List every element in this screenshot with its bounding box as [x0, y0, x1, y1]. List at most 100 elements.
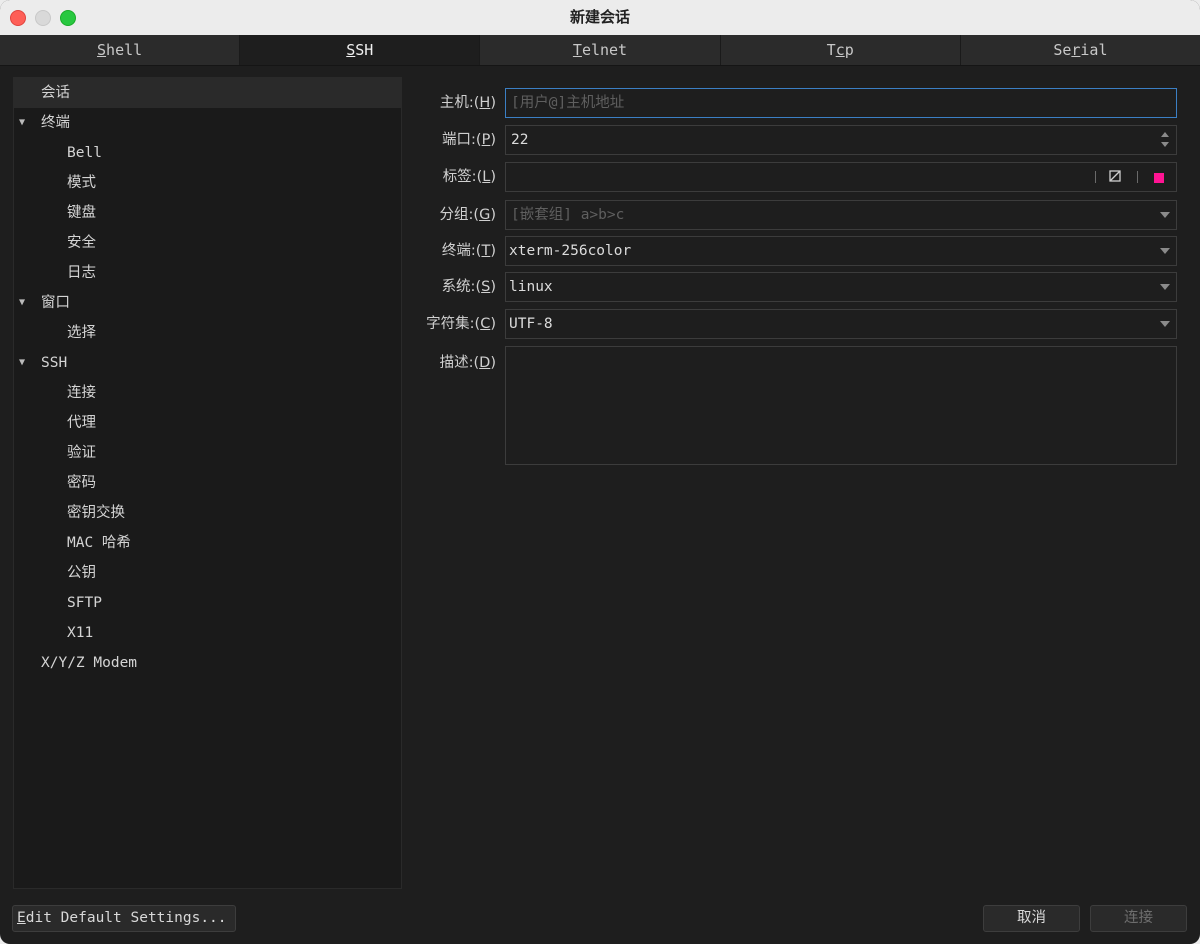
tree-item-window[interactable]: ▼ 窗口 — [14, 288, 401, 318]
tag-label: 标签:(L) — [404, 162, 496, 192]
tree-item-pubkey[interactable]: 公钥 — [14, 558, 401, 588]
tab-shell[interactable]: Shell — [0, 35, 241, 65]
new-session-window: 新建会话 Shell SSH Telnet Tcp Serial 会话 ▼ 终端 … — [0, 0, 1200, 944]
tree-item-keyboard[interactable]: 键盘 — [14, 198, 401, 228]
tree-item-kex[interactable]: 密钥交换 — [14, 498, 401, 528]
terminal-value: xterm-256color — [509, 243, 632, 259]
tree-item-connection[interactable]: 连接 — [14, 378, 401, 408]
cancel-button[interactable]: 取消 — [983, 905, 1080, 932]
chevron-down-icon[interactable] — [1160, 321, 1170, 327]
tab-mnemonic: T — [572, 41, 582, 59]
tab-mnemonic: S — [346, 41, 356, 59]
triangle-down-icon[interactable]: ▼ — [19, 288, 31, 318]
tree-item-log[interactable]: 日志 — [14, 258, 401, 288]
label-text: 描述:( — [439, 355, 480, 371]
tag-input[interactable] — [505, 162, 1177, 192]
tab-label-post: SH — [355, 41, 374, 59]
edit-default-settings-button[interactable]: Edit Default Settings... — [12, 905, 236, 932]
label-text: 终端:( — [441, 243, 482, 259]
port-spinbox[interactable]: 22 — [505, 125, 1177, 155]
tree-item-selection[interactable]: 选择 — [14, 318, 401, 348]
tree-item-bell[interactable]: Bell — [14, 138, 401, 168]
tree-item-sftp[interactable]: SFTP — [14, 588, 401, 618]
tree-item-label: 会话 — [41, 85, 70, 101]
system-label: 系统:(S) — [404, 272, 496, 302]
label-text: 端口:( — [442, 132, 482, 148]
terminal-label: 终端:(T) — [404, 236, 496, 266]
tab-label-post: elnet — [581, 41, 628, 59]
tab-label-post: hell — [106, 41, 143, 59]
tree-item-cipher[interactable]: 密码 — [14, 468, 401, 498]
tab-label-pre: T — [826, 41, 836, 59]
tree-item-ssh[interactable]: ▼ SSH — [14, 348, 401, 378]
window-title: 新建会话 — [569, 8, 630, 26]
host-input[interactable]: [用户@]主机地址 — [505, 88, 1177, 118]
tree-item-terminal[interactable]: ▼ 终端 — [14, 108, 401, 138]
tree-item-mac[interactable]: MAC 哈希 — [14, 528, 401, 558]
tree-item-x11[interactable]: X11 — [14, 618, 401, 648]
tree-item-label: 代理 — [67, 415, 96, 431]
tree-item-label: SFTP — [67, 595, 102, 611]
tab-tcp[interactable]: Tcp — [721, 35, 961, 65]
terminal-combobox[interactable]: xterm-256color — [505, 236, 1177, 266]
label-mnemonic: T — [481, 243, 491, 259]
label-text: 主机:( — [439, 95, 480, 111]
tree-item-mode[interactable]: 模式 — [14, 168, 401, 198]
label-mnemonic: G — [479, 207, 491, 223]
edit-icon[interactable] — [1108, 169, 1122, 183]
label-text: 标签:( — [442, 169, 483, 185]
tree-item-label: X/Y/Z Modem — [41, 655, 138, 671]
spin-down-icon[interactable] — [1161, 142, 1169, 147]
host-label: 主机:(H) — [404, 88, 496, 118]
separator — [1137, 171, 1138, 183]
port-label: 端口:(P) — [404, 125, 496, 155]
tree-item-label: 连接 — [67, 385, 96, 401]
tree-item-label: 安全 — [67, 235, 96, 251]
tag-color-swatch[interactable] — [1154, 173, 1164, 183]
charset-label: 字符集:(C) — [404, 309, 496, 339]
triangle-down-icon[interactable]: ▼ — [19, 348, 31, 378]
tab-mnemonic: S — [97, 41, 107, 59]
label-mnemonic: C — [480, 316, 491, 332]
chevron-down-icon[interactable] — [1160, 248, 1170, 254]
tree-item-security[interactable]: 安全 — [14, 228, 401, 258]
tree-item-label: 验证 — [67, 445, 96, 461]
tree-item-label: 密码 — [67, 475, 96, 491]
tree-item-session[interactable]: 会话 — [14, 78, 401, 108]
spin-up-icon[interactable] — [1161, 132, 1169, 137]
label-text: ) — [490, 207, 496, 223]
label-text: ) — [490, 355, 496, 371]
label-text: 分组:( — [439, 207, 480, 223]
connect-button[interactable]: 连接 — [1090, 905, 1187, 932]
system-value: linux — [509, 279, 553, 295]
system-combobox[interactable]: linux — [505, 272, 1177, 302]
chevron-down-icon[interactable] — [1160, 212, 1170, 218]
tab-label-post: p — [844, 41, 854, 59]
button-mnemonic: E — [17, 910, 26, 926]
tree-item-proxy[interactable]: 代理 — [14, 408, 401, 438]
description-textarea[interactable] — [505, 346, 1177, 465]
tree-item-label: 日志 — [67, 265, 96, 281]
triangle-down-icon[interactable]: ▼ — [19, 108, 31, 138]
label-text: 字符集:( — [426, 316, 481, 332]
tab-ssh[interactable]: SSH — [240, 35, 481, 65]
label-text: ) — [490, 316, 496, 332]
tab-telnet[interactable]: Telnet — [480, 35, 721, 65]
tree-item-label: SSH — [41, 355, 68, 371]
tab-label-post: ial — [1080, 41, 1108, 59]
tree-item-auth[interactable]: 验证 — [14, 438, 401, 468]
label-text: ) — [490, 169, 496, 185]
tree-item-label: 公钥 — [67, 565, 96, 581]
charset-combobox[interactable]: UTF-8 — [505, 309, 1177, 339]
tree-item-label: 窗口 — [41, 295, 70, 311]
port-value: 22 — [511, 132, 529, 148]
tab-mnemonic: c — [835, 41, 845, 59]
separator — [1095, 171, 1096, 183]
chevron-down-icon[interactable] — [1160, 284, 1170, 290]
label-text: ) — [490, 243, 496, 259]
tree-item-xyz-modem[interactable]: X/Y/Z Modem — [14, 648, 401, 678]
group-combobox[interactable]: [嵌套组] a>b>c — [505, 200, 1177, 230]
settings-tree: 会话 ▼ 终端 Bell 模式 键盘 安全 日志 ▼ 窗口 选择 ▼ SSH 连接 代… — [13, 77, 402, 889]
tree-item-label: 密钥交换 — [67, 505, 125, 521]
tab-serial[interactable]: Serial — [961, 35, 1200, 65]
